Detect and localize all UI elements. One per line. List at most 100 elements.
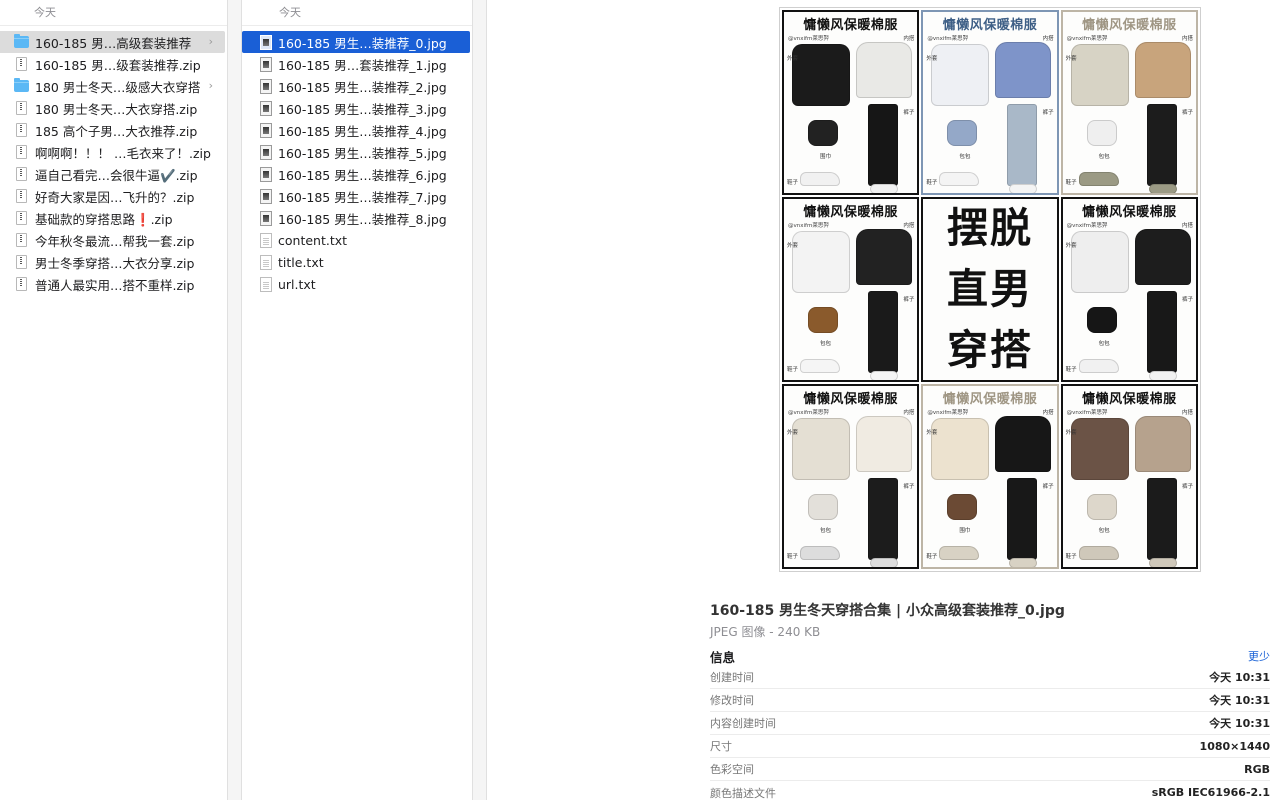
info-value: 今天 10:31 [1209, 694, 1270, 707]
info-value: sRGB IEC61966-2.1 [1151, 786, 1270, 799]
sweater-illustration [1134, 42, 1191, 98]
pants-illustration [1007, 478, 1038, 560]
preview-file-name: 160-185 男生冬天穿搭合集 | 小众高级套装推荐_0.jpg [710, 603, 1065, 619]
info-section-title: 信息 [710, 650, 736, 665]
file-row[interactable]: 普通人最实用…搭不重样.zip [0, 273, 225, 295]
pants-illustration [1007, 104, 1038, 186]
row-label: 160-185 男生…装推荐_6.jpg [278, 167, 447, 183]
image-preview[interactable]: 慵懒风保暖棉服 @vnxifm莱思羿 外套 内搭 裤子 鞋子 围巾 慵懒风保暖棉服 @vnxif… [779, 7, 1201, 572]
file-row[interactable]: 啊啊啊！！！ …毛衣来了！.zip [0, 141, 225, 163]
folder-list: 160-185 男…高级套装推荐 › 160-185 男…级套装推荐.zip 180 … [0, 26, 227, 295]
column-divider[interactable] [473, 0, 487, 800]
finder-window: 今天 160-185 男…高级套装推荐 › 160-185 男…级套装推荐.zip 1… [0, 0, 1280, 800]
outfit-handle: @vnxifm莱思羿 [788, 36, 829, 42]
pants-illustration [868, 291, 898, 373]
outfit-label: 内搭 [903, 223, 915, 229]
file-row[interactable]: 160-185 男生…装推荐_7.jpg [242, 185, 470, 207]
outfit-tile: 慵懒风保暖棉服 @vnxifm莱思羿 外套 内搭 裤子 鞋子 包包 [1060, 10, 1198, 195]
file-row[interactable]: 逼自己看完…会很牛逼✔️.zip [0, 163, 225, 185]
row-label: 160-185 男生…装推荐_8.jpg [278, 211, 447, 227]
outfit-handle: @vnxifm莱思羿 [788, 410, 829, 416]
file-row[interactable]: 180 男士冬天…大衣穿搭.zip [0, 97, 225, 119]
row-label: 普通人最实用…搭不重样.zip [35, 277, 195, 293]
jacket-illustration [931, 418, 990, 480]
zip-file-icon [16, 189, 27, 203]
outfit-label: 裤子 [1181, 484, 1193, 490]
shoe-illustration [800, 546, 840, 560]
chevron-right-icon: › [208, 35, 213, 48]
shoe2-illustration [870, 558, 898, 567]
file-row[interactable]: 160-185 男生…装推荐_2.jpg [242, 75, 470, 97]
file-list: 160-185 男生…装推荐_0.jpg 160-185 男…套装推荐_1.jpg… [242, 26, 472, 295]
jpeg-file-icon [260, 166, 272, 182]
shoe-illustration [800, 359, 840, 373]
file-row[interactable]: title.txt [242, 251, 470, 273]
outfit-title: 慵懒风保暖棉服 [803, 392, 898, 407]
outfit-label: 包包 [1098, 528, 1110, 534]
chevron-right-icon: › [208, 79, 213, 92]
outfit-label: 内搭 [1181, 36, 1193, 42]
jpeg-file-icon [260, 122, 272, 138]
outfit-handle: @vnxifm莱思羿 [788, 223, 829, 229]
file-row[interactable]: 160-185 男生…装推荐_6.jpg [242, 163, 470, 185]
outfit-handle: @vnxifm莱思羿 [1066, 223, 1108, 229]
row-label: 160-185 男…级套装推荐.zip [35, 57, 201, 73]
outfit-label: 内搭 [1181, 223, 1193, 229]
outfit-label: 内搭 [903, 410, 915, 416]
jacket-illustration [931, 44, 990, 106]
outfit-tile: 慵懒风保暖棉服 @vnxifm莱思羿 外套 内搭 裤子 鞋子 围巾 [782, 10, 920, 195]
row-label: 160-185 男生…装推荐_4.jpg [278, 123, 447, 139]
jpeg-file-icon [260, 34, 272, 50]
acc-illustration [808, 120, 838, 146]
outfit-label: 外套 [787, 56, 799, 62]
acc-illustration [1086, 120, 1117, 146]
show-less-link[interactable]: 更少 [1248, 648, 1270, 664]
file-row[interactable]: 160-185 男生…装推荐_0.jpg [242, 31, 470, 53]
zip-file-icon [16, 101, 27, 115]
file-row[interactable]: content.txt [242, 229, 470, 251]
outfit-label: 鞋子 [1065, 554, 1077, 560]
jpeg-file-icon [260, 188, 272, 204]
file-row[interactable]: 男士冬季穿搭…大衣分享.zip [0, 251, 225, 273]
column-files[interactable]: 今天 160-185 男生…装推荐_0.jpg 160-185 男…套装推荐_1.… [242, 0, 473, 800]
folder-icon [14, 78, 29, 92]
file-row[interactable]: 160-185 男…级套装推荐.zip [0, 53, 225, 75]
file-row[interactable]: 基础款的穿搭思路❗️.zip [0, 207, 225, 229]
row-label: title.txt [278, 254, 324, 270]
column-header: 今天 [242, 0, 472, 26]
info-value: RGB [1244, 762, 1270, 776]
outfit-label: 鞋子 [787, 554, 799, 560]
folder-row[interactable]: 160-185 男…高级套装推荐 › [0, 31, 225, 53]
outfit-tile: 慵懒风保暖棉服 @vnxifm莱思羿 外套 内搭 裤子 鞋子 包包 [1060, 197, 1198, 382]
outfit-title: 慵懒风保暖棉服 [1082, 18, 1177, 33]
sweater-illustration [995, 416, 1052, 472]
outfit-label: 围巾 [959, 528, 971, 534]
text-file-icon [260, 232, 272, 248]
column-folders[interactable]: 今天 160-185 男…高级套装推荐 › 160-185 男…级套装推荐.zip 1… [0, 0, 228, 800]
outfit-handle: @vnxifm莱思羿 [927, 36, 969, 42]
preview-pane: 慵懒风保暖棉服 @vnxifm莱思羿 外套 内搭 裤子 鞋子 围巾 慵懒风保暖棉服 @vnxif… [487, 0, 1280, 800]
pants-illustration [868, 104, 898, 186]
outfit-title: 慵懒风保暖棉服 [1082, 205, 1177, 220]
outfit-title: 慵懒风保暖棉服 [942, 18, 1038, 33]
row-label: 160-185 男生…装推荐_2.jpg [278, 79, 447, 95]
file-row[interactable]: 185 高个子男…大衣推荐.zip [0, 119, 225, 141]
file-row[interactable]: 好奇大家是因…飞升的？.zip [0, 185, 225, 207]
file-row[interactable]: 160-185 男生…装推荐_4.jpg [242, 119, 470, 141]
file-row[interactable]: 160-185 男…套装推荐_1.jpg [242, 53, 470, 75]
zip-file-icon [16, 145, 27, 159]
file-row[interactable]: 160-185 男生…装推荐_8.jpg [242, 207, 470, 229]
file-row[interactable]: url.txt [242, 273, 470, 295]
pants-illustration [868, 478, 898, 560]
outfit-tile: 慵懒风保暖棉服 @vnxifm莱思羿 外套 内搭 裤子 鞋子 包包 [921, 10, 1059, 195]
outfit-label: 内搭 [1181, 410, 1193, 416]
column-divider[interactable] [228, 0, 242, 800]
outfit-label: 外套 [926, 430, 938, 436]
file-row[interactable]: 160-185 男生…装推荐_3.jpg [242, 97, 470, 119]
row-label: 180 男士冬天…大衣穿搭.zip [35, 101, 198, 117]
zip-file-icon [16, 57, 27, 71]
folder-row[interactable]: 180 男士冬天…级感大衣穿搭 › [0, 75, 225, 97]
row-label: 160-185 男…套装推荐_1.jpg [278, 57, 447, 73]
file-row[interactable]: 今年秋冬最流…帮我一套.zip [0, 229, 225, 251]
file-row[interactable]: 160-185 男生…装推荐_5.jpg [242, 141, 470, 163]
